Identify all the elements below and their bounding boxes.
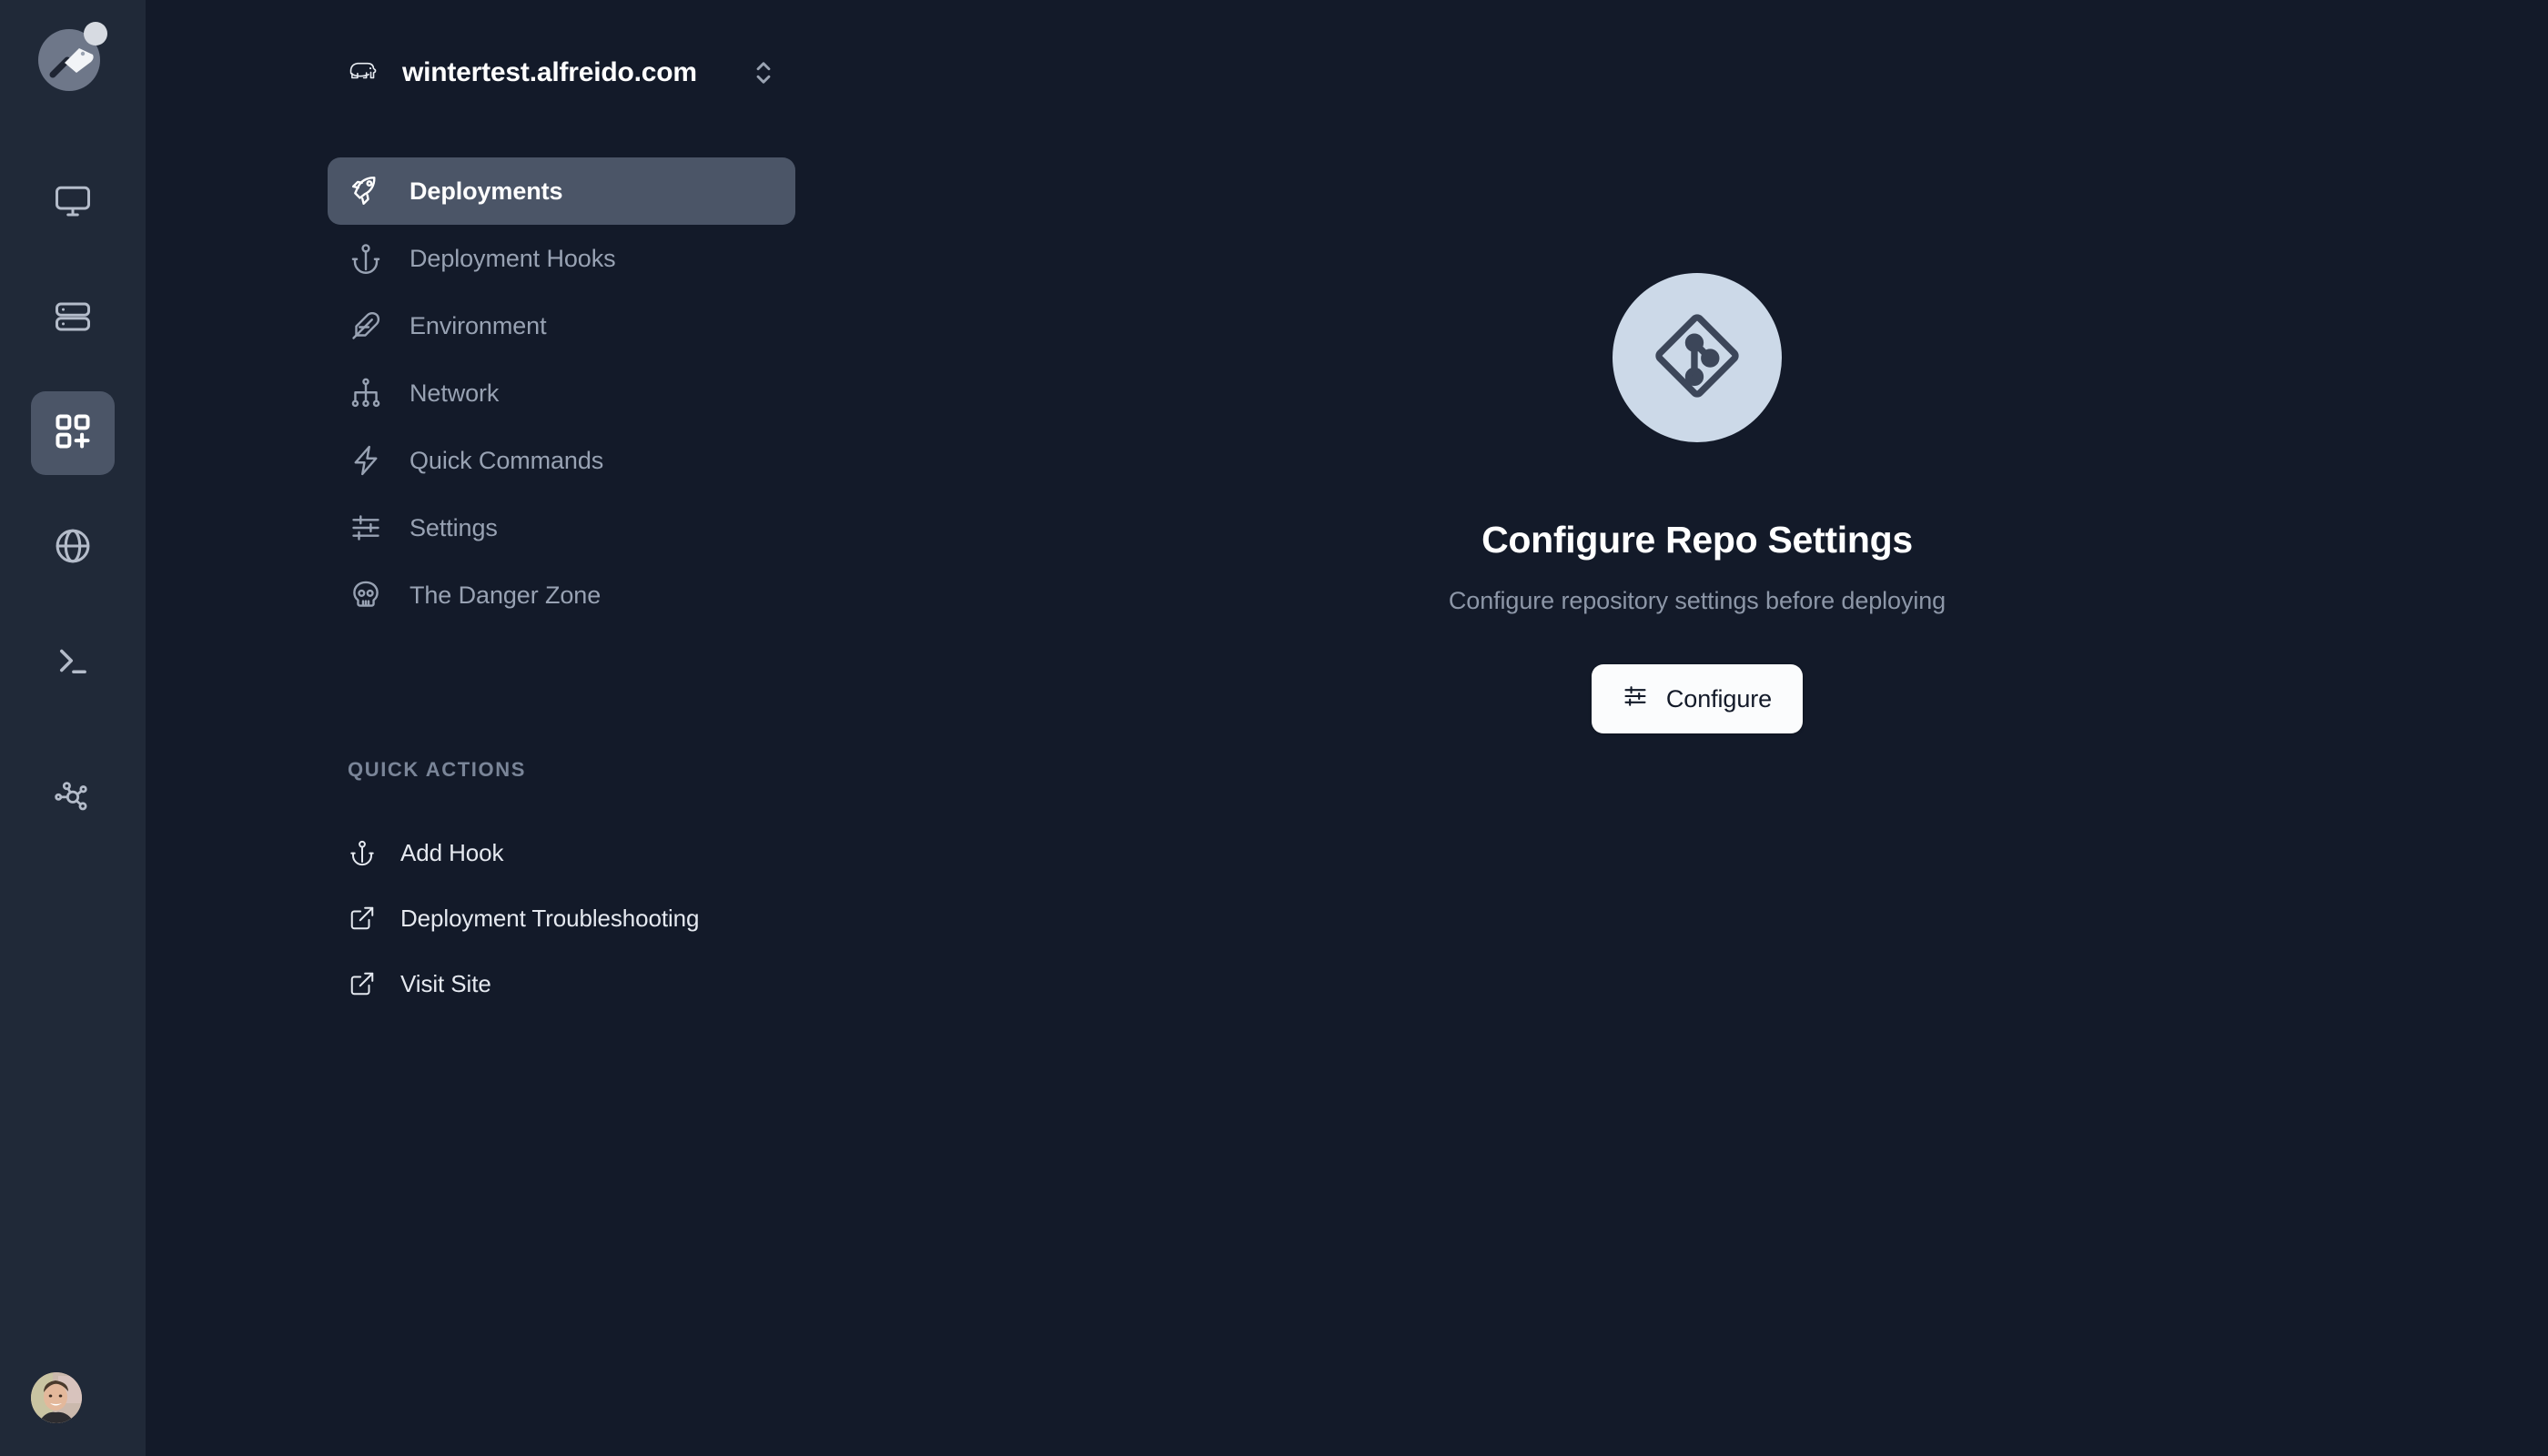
nav-panel: wintertest.alfreido.com Deployments Depl… — [146, 0, 846, 1456]
page-subtitle: Configure repository settings before dep… — [1448, 587, 1946, 614]
configure-button-label: Configure — [1665, 684, 1773, 713]
anchor-icon — [348, 838, 377, 867]
external-link-icon — [348, 969, 377, 998]
bolt-icon — [348, 442, 384, 479]
rail-item-monitor[interactable] — [31, 162, 115, 246]
nav-item-quick-commands[interactable]: Quick Commands — [328, 427, 795, 494]
quick-actions-list: Add Hook Deployment Troubleshooting Visi… — [146, 820, 846, 1016]
git-badge — [1612, 273, 1782, 442]
terminal-icon — [54, 642, 92, 684]
nav-item-deployment-hooks[interactable]: Deployment Hooks — [328, 225, 795, 292]
skull-icon — [348, 577, 384, 613]
project-selector[interactable]: wintertest.alfreido.com — [348, 56, 775, 88]
elephant-icon — [348, 56, 379, 88]
icon-rail — [0, 0, 146, 1456]
rail-item-topology[interactable] — [31, 755, 115, 839]
nav-item-label: Deployment Hooks — [410, 244, 616, 272]
nav-item-label: Deployments — [410, 177, 563, 205]
app-root: wintertest.alfreido.com Deployments Depl… — [0, 0, 2548, 1456]
grid-plus-icon — [53, 411, 93, 456]
nav-item-settings[interactable]: Settings — [328, 494, 795, 561]
nav-item-label: Network — [410, 379, 500, 407]
rail-item-sites[interactable] — [31, 391, 115, 475]
rocket-icon — [348, 173, 384, 209]
nav-item-environment[interactable]: Environment — [328, 292, 795, 359]
page-title: Configure Repo Settings — [1481, 519, 1913, 561]
nav-item-label: Settings — [410, 513, 498, 541]
main-content: Configure Repo Settings Configure reposi… — [846, 0, 2548, 1456]
quick-action-visit-site[interactable]: Visit Site — [348, 951, 846, 1016]
rail-item-network[interactable] — [31, 506, 115, 590]
network-nodes-icon — [53, 775, 93, 820]
rail-item-servers[interactable] — [31, 277, 115, 360]
external-link-icon — [348, 904, 377, 933]
nav-item-label: Quick Commands — [410, 446, 604, 474]
globe-icon — [53, 526, 93, 571]
project-name: wintertest.alfreido.com — [402, 56, 697, 87]
cleaver-logo[interactable] — [38, 22, 107, 91]
sliders-icon — [348, 510, 384, 546]
rail-item-list — [31, 162, 115, 870]
cleaver-icon — [49, 48, 94, 78]
quick-action-deployment-troubleshooting[interactable]: Deployment Troubleshooting — [348, 885, 846, 951]
nav-item-label: The Danger Zone — [410, 581, 602, 609]
hierarchy-icon — [348, 375, 384, 411]
quick-actions-heading: QUICK ACTIONS — [348, 758, 526, 781]
quick-action-label: Deployment Troubleshooting — [400, 904, 700, 932]
chevron-up-down-icon[interactable] — [752, 57, 775, 88]
quick-action-label: Visit Site — [400, 969, 491, 997]
monitor-icon — [54, 183, 92, 226]
nav-list: Deployments Deployment Hooks Environment… — [146, 157, 846, 629]
avatar-photo — [31, 1372, 82, 1423]
quick-action-label: Add Hook — [400, 838, 504, 866]
user-avatar[interactable] — [31, 1372, 82, 1423]
server-icon — [54, 298, 92, 340]
empty-state: Configure Repo Settings Configure reposi… — [1449, 273, 1946, 733]
nav-item-label: Environment — [410, 311, 547, 339]
nav-item-network[interactable]: Network — [328, 359, 795, 427]
feather-icon — [348, 308, 384, 344]
nav-item-deployments[interactable]: Deployments — [328, 157, 795, 225]
nav-item-the-danger-zone[interactable]: The Danger Zone — [328, 561, 795, 629]
git-icon — [1650, 308, 1744, 408]
sliders-icon — [1623, 683, 1648, 715]
quick-action-add-hook[interactable]: Add Hook — [348, 820, 846, 885]
anchor-icon — [348, 240, 384, 277]
rail-item-terminal[interactable] — [31, 621, 115, 704]
configure-button[interactable]: Configure — [1591, 664, 1804, 733]
